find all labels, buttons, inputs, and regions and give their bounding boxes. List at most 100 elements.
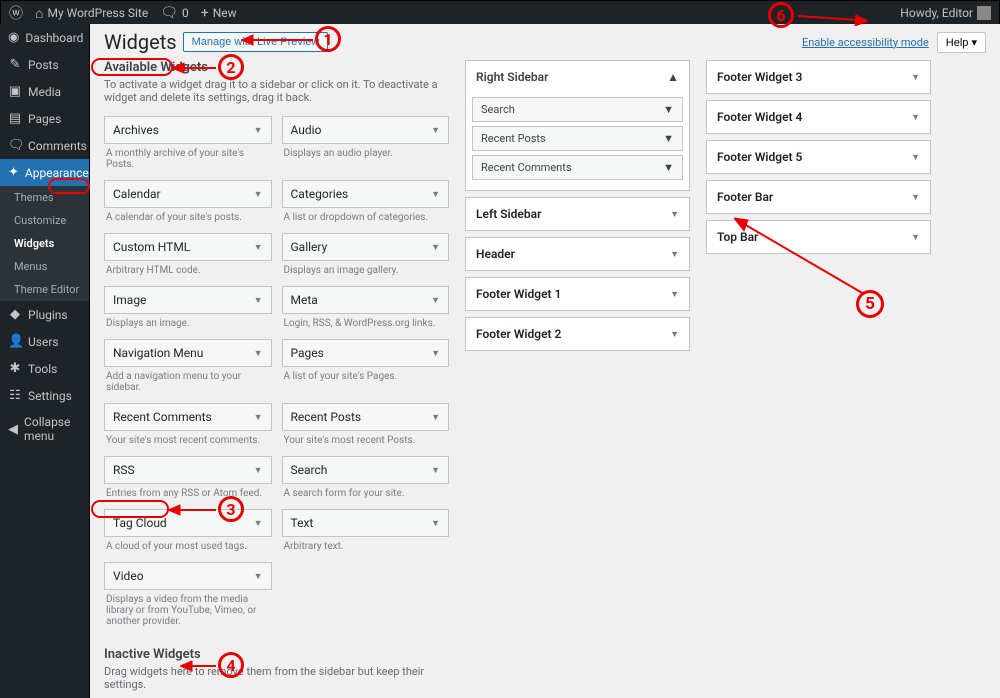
plugin-icon: ◆ [8, 307, 22, 322]
widget-desc: A list of your site's Pages. [282, 367, 450, 388]
widget-tile[interactable]: Meta▼ [282, 286, 450, 314]
menu-dashboard[interactable]: ◉Dashboard [0, 24, 89, 51]
menu-appearance[interactable]: ✦Appearance [0, 159, 89, 186]
help-button[interactable]: Help ▾ [937, 32, 986, 53]
widget-name: Text [291, 516, 314, 530]
chevron-down-icon: ▼ [431, 412, 440, 423]
settings-icon: ☷ [8, 388, 22, 403]
widget-tile[interactable]: Audio ▼ [282, 116, 450, 144]
site-name-label: My WordPress Site [47, 6, 148, 20]
widget-name: Tag Cloud [113, 516, 167, 530]
sidebar-right-header[interactable]: Right Sidebar▲ [466, 61, 689, 93]
sidebar-area[interactable]: Header▼ [465, 237, 690, 271]
sidebar-widget-item[interactable]: Recent Comments▼ [472, 155, 683, 180]
widget-name: Video [113, 569, 144, 583]
widget-tile[interactable]: Archives▼ [104, 116, 272, 144]
submenu-themes[interactable]: Themes [0, 186, 89, 209]
menu-comments[interactable]: 🗨Comments [0, 132, 89, 159]
chevron-down-icon: ▼ [431, 125, 440, 136]
brush-icon: ✦ [8, 165, 19, 180]
widget-tile[interactable]: Recent Comments ▼ [104, 403, 272, 431]
widget-tile[interactable]: Recent Posts ▼ [282, 403, 450, 431]
menu-pages[interactable]: ▤Pages [0, 105, 89, 132]
menu-collapse[interactable]: ◀Collapse menu [0, 409, 89, 449]
widget-tile[interactable]: Image ▼ [104, 286, 272, 314]
chevron-down-icon: ▼ [911, 112, 920, 123]
sidebar-area[interactable]: Footer Widget 3▼ [706, 60, 931, 94]
widget-name: Recent Posts [291, 410, 362, 424]
menu-posts[interactable]: ✎Posts [0, 51, 89, 78]
sidebar-area[interactable]: Footer Widget 1▼ [465, 277, 690, 311]
content-area: Widgets Manage with Live Preview Enable … [90, 24, 1000, 698]
widget-tile[interactable]: Custom HTML▼ [104, 233, 272, 261]
widget-tile[interactable]: Categories▼ [282, 180, 450, 208]
widget-tile[interactable]: Gallery▼ [282, 233, 450, 261]
widget-name: Custom HTML [113, 240, 190, 254]
submenu-theme-editor[interactable]: Theme Editor [0, 278, 89, 301]
manage-live-preview-button[interactable]: Manage with Live Preview [183, 32, 329, 52]
sidebar-widget-item[interactable]: Recent Posts▼ [472, 126, 683, 151]
inactive-widgets-heading: Inactive Widgets [104, 647, 449, 662]
chevron-down-icon: ▼ [254, 465, 263, 476]
widget-desc: Displays an image. [104, 314, 272, 335]
howdy-link[interactable]: Howdy, Editor [900, 6, 991, 20]
widget-tile[interactable]: Pages▼ [282, 339, 450, 367]
submenu-customize[interactable]: Customize [0, 209, 89, 232]
sidebar-area[interactable]: Left Sidebar▼ [465, 197, 690, 231]
widget-desc: Arbitrary HTML code. [104, 261, 272, 282]
widget-desc: Arbitrary text. [282, 537, 450, 558]
chevron-down-icon: ▼ [254, 518, 263, 529]
menu-media[interactable]: ▣Media [0, 78, 89, 105]
available-widgets-heading: Available Widgets [104, 60, 449, 75]
home-icon: ⌂ [35, 5, 43, 22]
comment-icon: 🗨 [160, 5, 178, 21]
submenu-widgets[interactable]: Widgets [0, 232, 89, 255]
chevron-down-icon: ▼ [254, 189, 263, 200]
tool-icon: ✱ [8, 361, 22, 376]
sidebar-area[interactable]: Footer Widget 5▼ [706, 140, 931, 174]
chevron-down-icon: ▼ [254, 295, 263, 306]
chevron-down-icon: ▼ [254, 412, 263, 423]
widget-tile[interactable]: Search▼ [282, 456, 450, 484]
widget-desc: Displays a video from the media library … [104, 590, 272, 633]
widget-name: Audio [291, 123, 322, 137]
widget-tile[interactable]: Tag Cloud ▼ [104, 509, 272, 537]
new-link[interactable]: +New [201, 5, 237, 21]
menu-settings[interactable]: ☷Settings [0, 382, 89, 409]
widget-desc: Displays an audio player. [282, 144, 450, 165]
chevron-down-icon: ▼ [663, 132, 674, 145]
menu-plugins[interactable]: ◆Plugins [0, 301, 89, 328]
widget-name: Search [291, 463, 328, 477]
chevron-down-icon: ▼ [663, 161, 674, 174]
accessibility-mode-link[interactable]: Enable accessibility mode [802, 36, 929, 49]
menu-users[interactable]: 👤Users [0, 328, 89, 355]
widget-desc: A calendar of your site's posts. [104, 208, 272, 229]
new-label: New [213, 6, 237, 20]
comments-link[interactable]: 🗨0 [160, 5, 189, 21]
site-name-link[interactable]: ⌂ My WordPress Site [35, 5, 148, 22]
sidebar-area[interactable]: Top Bar▼ [706, 220, 931, 254]
sidebar-area[interactable]: Footer Bar▼ [706, 180, 931, 214]
chevron-down-icon: ▼ [670, 289, 679, 300]
widget-desc: Displays an image gallery. [282, 261, 450, 282]
widget-desc: A cloud of your most used tags. [104, 537, 272, 558]
available-widgets-grid: Archives▼A monthly archive of your site'… [104, 112, 449, 633]
collapse-icon: ◀ [8, 422, 18, 437]
widget-name: Categories [291, 187, 349, 201]
widget-name: Image [113, 293, 146, 307]
widget-tile[interactable]: RSS▼ [104, 456, 272, 484]
submenu-menus[interactable]: Menus [0, 255, 89, 278]
widget-tile[interactable]: Navigation Menu▼ [104, 339, 272, 367]
wp-logo-icon[interactable]: ⓦ [9, 3, 23, 23]
widget-tile[interactable]: Text▼ [282, 509, 450, 537]
sidebar-widget-item[interactable]: Search▼ [472, 97, 683, 122]
admin-bar: ⓦ ⌂ My WordPress Site 🗨0 +New Howdy, Edit… [1, 1, 999, 25]
widget-tile[interactable]: Calendar▼ [104, 180, 272, 208]
menu-tools[interactable]: ✱Tools [0, 355, 89, 382]
sidebar-area[interactable]: Footer Widget 2▼ [465, 317, 690, 351]
howdy-label: Howdy, Editor [900, 6, 973, 20]
widget-desc: Your site's most recent Posts. [282, 431, 450, 452]
sidebar-area[interactable]: Footer Widget 4▼ [706, 100, 931, 134]
widget-tile[interactable]: Video▼ [104, 562, 272, 590]
widget-name: Recent Comments [113, 410, 212, 424]
